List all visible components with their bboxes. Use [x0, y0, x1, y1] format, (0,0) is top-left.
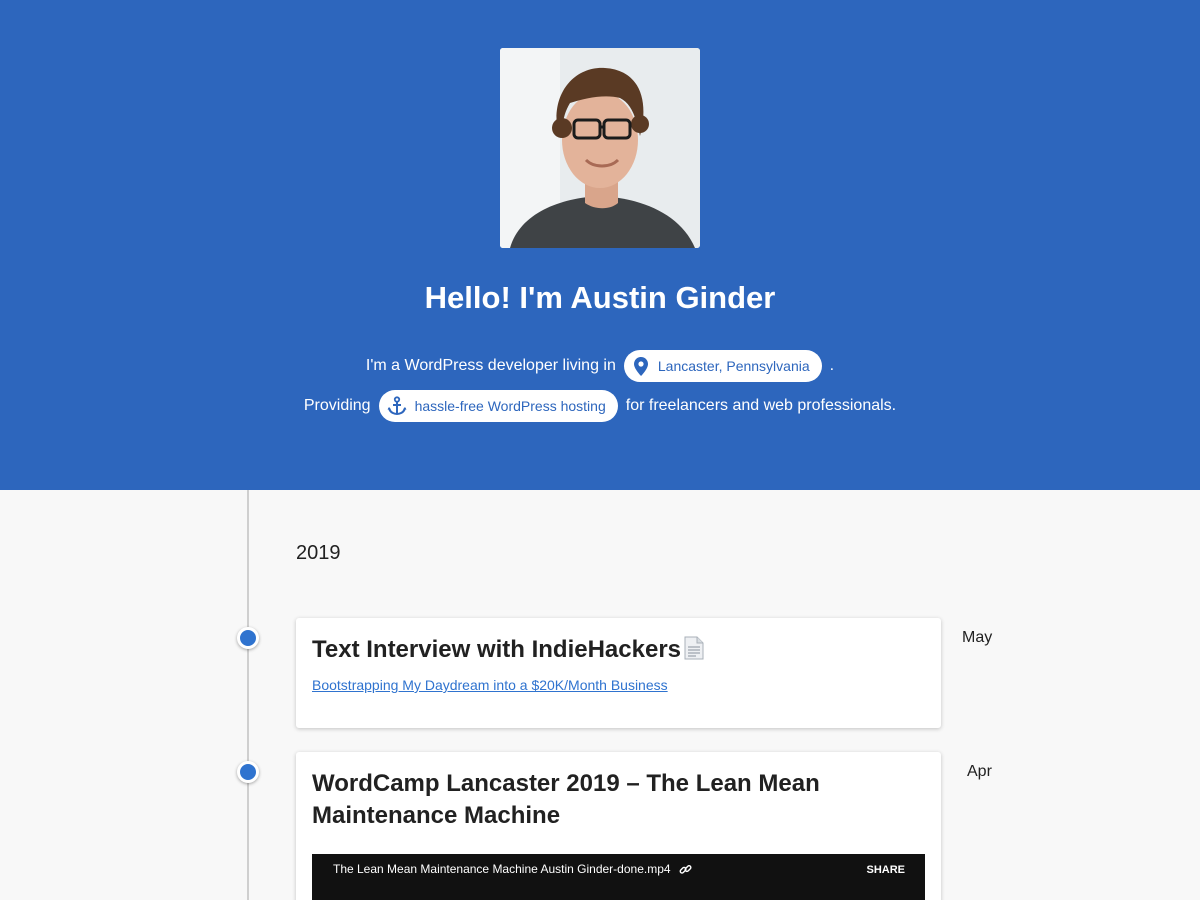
avatar [500, 48, 700, 248]
card-title: Text Interview with IndieHackers [312, 634, 704, 669]
intro-text: I'm a WordPress developer living in [365, 357, 616, 374]
intro-line-location: I'm a WordPress developer living in Lanc… [0, 350, 1200, 382]
video-player[interactable]: The Lean Mean Maintenance Machine Austin… [312, 854, 925, 900]
intro-text-suffix: . [829, 357, 835, 374]
profile-photo [500, 48, 700, 248]
entry-month: May [962, 629, 993, 646]
card-title-text: Text Interview with IndieHackers [312, 636, 682, 663]
anchor-icon [387, 396, 407, 416]
hosting-chip[interactable]: hassle-free WordPress hosting [378, 390, 618, 422]
intro-line-hosting: Providing hassle-free WordPress hosting … [0, 390, 1200, 422]
hosting-chip-label: hassle-free WordPress hosting [414, 398, 606, 414]
share-button[interactable]: SHARE [866, 864, 905, 876]
hosting-suffix-text: for freelancers and web professionals. [625, 397, 897, 414]
location-chip-label: Lancaster, Pennsylvania [657, 358, 810, 374]
location-chip[interactable]: Lancaster, Pennsylvania [623, 350, 822, 382]
interview-link[interactable]: Bootstrapping My Daydream into a $20K/Mo… [312, 677, 668, 693]
video-title[interactable]: The Lean Mean Maintenance Machine Austin… [333, 862, 671, 876]
hero-banner: Hello! I'm Austin Ginder I'm a WordPress… [0, 0, 1200, 490]
entry-month: Apr [967, 763, 992, 780]
timeline-line [247, 490, 249, 900]
video-title-bar: The Lean Mean Maintenance Machine Austin… [333, 862, 692, 876]
timeline-dot [237, 627, 259, 649]
timeline-card-wordcamp: WordCamp Lancaster 2019 – The Lean Mean … [296, 752, 941, 900]
timeline-card-interview: Text Interview with IndieHackers Bootstr… [296, 618, 941, 728]
page-title: Hello! I'm Austin Ginder [424, 280, 776, 315]
link-icon[interactable] [679, 863, 692, 876]
timeline-dot [237, 761, 259, 783]
timeline-year: 2019 [296, 542, 341, 564]
map-pin-icon [633, 356, 648, 376]
card-title: WordCamp Lancaster 2019 – The Lean Mean … [312, 770, 820, 829]
document-icon [684, 636, 704, 669]
providing-text: Providing [303, 397, 371, 414]
